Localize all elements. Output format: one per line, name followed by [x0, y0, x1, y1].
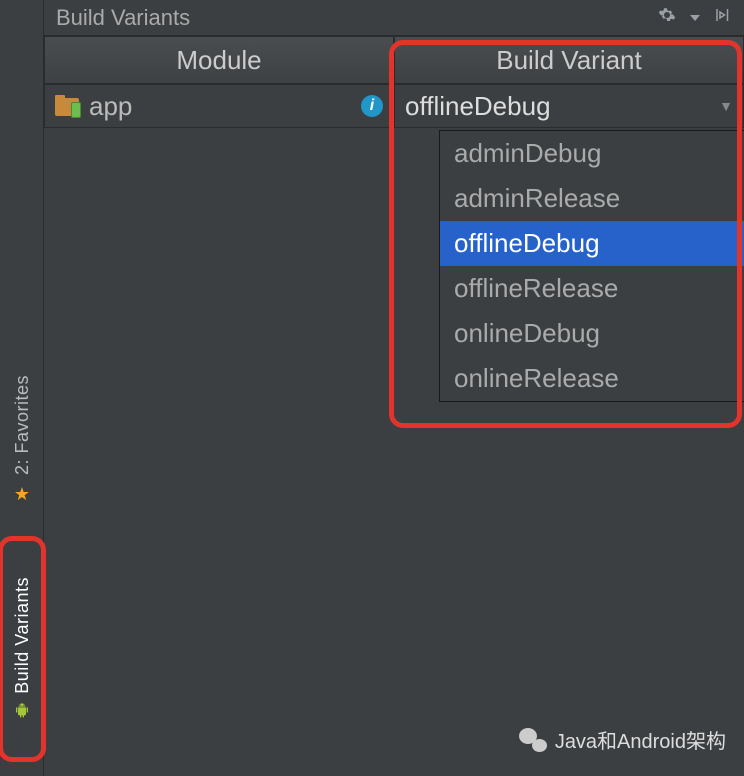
dropdown-item[interactable]: adminDebug: [440, 131, 744, 176]
chevron-down-icon[interactable]: [690, 15, 700, 21]
favorites-label: 2: Favorites: [12, 375, 33, 475]
table-row: app i offlineDebug ▼: [44, 84, 744, 128]
dropdown-arrow-icon: ▼: [719, 98, 733, 114]
dropdown-item[interactable]: onlineDebug: [440, 311, 744, 356]
dropdown-item[interactable]: adminRelease: [440, 176, 744, 221]
variant-dropdown-list: adminDebugadminReleaseofflineDebugofflin…: [439, 130, 744, 402]
panel-title: Build Variants: [56, 5, 648, 31]
watermark: Java和Android架构: [519, 725, 726, 754]
selected-variant-label: offlineDebug: [405, 91, 551, 122]
tool-window-sidebar: ★ 2: Favorites Build Variants: [0, 0, 44, 776]
wechat-icon: [519, 728, 547, 752]
sidebar-tab-build-variants[interactable]: Build Variants: [0, 540, 44, 755]
build-variants-panel: Build Variants Module Build Variant app …: [44, 0, 744, 776]
watermark-text: Java和Android架构: [555, 725, 726, 754]
column-header-module: Module: [44, 36, 394, 84]
module-name: app: [89, 91, 132, 122]
hide-icon[interactable]: [714, 6, 732, 29]
dropdown-item[interactable]: offlineRelease: [440, 266, 744, 311]
dropdown-item[interactable]: offlineDebug: [440, 221, 744, 266]
star-icon: ★: [14, 484, 30, 505]
build-variants-label: Build Variants: [12, 577, 33, 694]
table-header-row: Module Build Variant: [44, 36, 744, 84]
header-actions: [658, 6, 732, 29]
variant-selector[interactable]: offlineDebug ▼: [394, 84, 744, 128]
column-header-variant: Build Variant: [394, 36, 744, 84]
android-icon: [14, 702, 30, 718]
dropdown-item[interactable]: onlineRelease: [440, 356, 744, 401]
panel-header: Build Variants: [44, 0, 744, 36]
module-cell: app i: [44, 84, 394, 128]
info-icon[interactable]: i: [361, 95, 383, 117]
sidebar-tab-favorites[interactable]: ★ 2: Favorites: [0, 350, 44, 530]
module-folder-icon: [55, 96, 79, 116]
gear-icon[interactable]: [658, 6, 676, 29]
